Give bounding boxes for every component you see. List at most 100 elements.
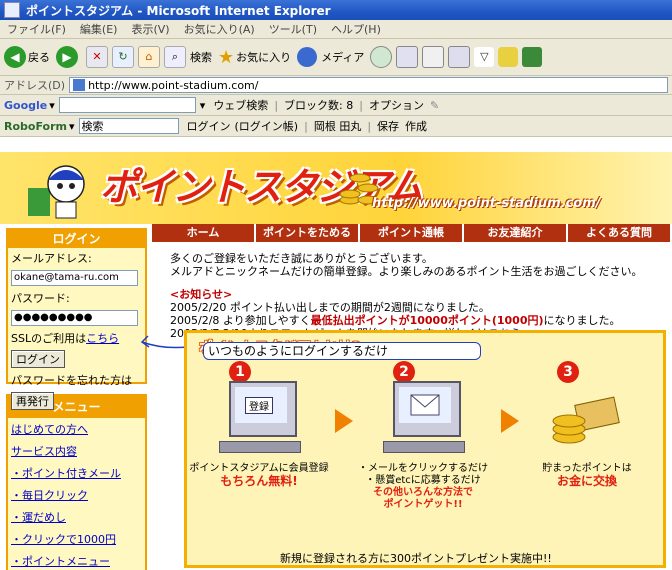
step-caption: ポイントスタジアムに会員登録 もちろん無料! bbox=[189, 463, 329, 488]
register-screen-label: 登録 bbox=[245, 397, 273, 414]
divider: | bbox=[274, 98, 279, 112]
ssl-link[interactable]: こちら bbox=[86, 332, 119, 345]
toolbar: ◀ 戻る ▶ ✕ ↻ ⌂ ⌕ 検索 ★ お気に入り メディア ▽ bbox=[0, 39, 672, 76]
envelope-icon bbox=[410, 394, 440, 416]
news-item: 2005/2/20 ポイント払い出しまでの期間が2週間になりました。 bbox=[170, 301, 490, 314]
address-label: アドレス(D) bbox=[4, 79, 66, 92]
address-input[interactable]: http://www.point-stadium.com/ bbox=[69, 77, 668, 93]
roboform-create-button[interactable]: 作成 bbox=[405, 118, 427, 134]
mail-icon[interactable] bbox=[396, 46, 419, 68]
roboform-logo[interactable]: RoboForm bbox=[0, 120, 67, 133]
media-icon bbox=[297, 47, 318, 67]
site-nav: ホーム ポイントをためる ポイント通帳 お友達紹介 よくある質問 bbox=[152, 224, 672, 242]
star-icon: ★ bbox=[218, 46, 235, 68]
search-icon: ⌕ bbox=[164, 46, 186, 68]
media-button[interactable]: メディア bbox=[297, 47, 364, 67]
ssl-text: SSLのご利用は bbox=[11, 332, 87, 345]
step-number: 1 bbox=[229, 361, 251, 383]
roboform-select[interactable]: 検索 bbox=[78, 118, 179, 134]
roboform-user[interactable]: 岡根 田丸 bbox=[314, 118, 362, 134]
address-bar: アドレス(D) http://www.point-stadium.com/ bbox=[0, 76, 672, 95]
search-button[interactable]: ⌕ 検索 bbox=[164, 46, 212, 68]
keyboard-icon bbox=[219, 441, 301, 453]
divider: | bbox=[359, 98, 363, 112]
main-content: 多くのご登録をいただき誠にありがとうございます。 メルアドとニックネームだけの簡… bbox=[170, 252, 670, 340]
chevron-down-icon[interactable]: ▾ bbox=[200, 99, 206, 112]
step-number: 2 bbox=[393, 361, 415, 383]
email-field[interactable]: okane@tama-ru.com bbox=[11, 270, 138, 286]
menu-item-luck-test[interactable]: ・運だめし bbox=[8, 506, 145, 528]
keyboard-icon bbox=[383, 441, 465, 453]
step-2: 2 ・メールをクリックするだけ ・懸賞etcに応募するだけ その他いろんな方法で… bbox=[353, 361, 493, 561]
login-button[interactable]: ログイン bbox=[11, 350, 65, 368]
history-icon[interactable] bbox=[370, 46, 393, 68]
blocked-count[interactable]: ブロック数: 8 bbox=[284, 97, 353, 113]
menu-box: メニュー はじめての方へ サービス内容 ・ポイント付きメール ・毎日クリック ・… bbox=[6, 394, 147, 570]
messenger-icon[interactable] bbox=[498, 47, 519, 67]
back-button[interactable]: ◀ 戻る bbox=[4, 46, 50, 68]
password-field[interactable]: ●●●●●●●●● bbox=[11, 310, 138, 326]
step-1: 1 登録 ポイントスタジアムに会員登録 もちろん無料! bbox=[189, 361, 329, 561]
chevron-down-icon[interactable]: ▾ bbox=[49, 99, 55, 112]
menu-help[interactable]: ヘルプ(H) bbox=[324, 21, 388, 37]
refresh-icon[interactable]: ↻ bbox=[112, 46, 134, 68]
menu-file[interactable]: ファイル(F) bbox=[0, 21, 73, 37]
baseball-mascot-icon bbox=[28, 165, 85, 219]
menu-favorites[interactable]: お気に入り(A) bbox=[177, 21, 262, 37]
nav-point-book[interactable]: ポイント通帳 bbox=[360, 224, 464, 242]
print-icon[interactable] bbox=[422, 46, 445, 68]
google-logo[interactable]: Google bbox=[0, 99, 47, 112]
menu-tools[interactable]: ツール(T) bbox=[262, 21, 324, 37]
title-bar: ポイントスタジアム - Microsoft Internet Explorer bbox=[0, 0, 672, 20]
ie-icon bbox=[4, 2, 20, 18]
menu-item-point-menu[interactable]: ・ポイントメニュー bbox=[8, 550, 145, 570]
money-icon bbox=[552, 396, 620, 444]
edit-icon[interactable] bbox=[448, 46, 471, 68]
pencil-icon[interactable]: ✎ bbox=[430, 99, 439, 112]
menu-item-point-mail[interactable]: ・ポイント付きメール bbox=[8, 462, 145, 484]
page-content: ポイントスタジアム http://www.point-stadium.com/ … bbox=[0, 152, 672, 570]
intro-line-2: メルアドとニックネームだけの簡単登録。より楽しみのあるポイント生活をお過ごしくだ… bbox=[170, 265, 643, 278]
site-banner: ポイントスタジアム http://www.point-stadium.com/ bbox=[0, 152, 672, 224]
stop-icon[interactable]: ✕ bbox=[86, 46, 108, 68]
roboform-login-button[interactable]: ログイン bbox=[187, 118, 231, 134]
home-icon[interactable]: ⌂ bbox=[138, 46, 160, 68]
roboform-toolbar: RoboForm ▾ 検索 ログイン (ログイン帳) | 岡根 田丸 | 保存 … bbox=[0, 116, 672, 137]
menu-item-services[interactable]: サービス内容 bbox=[8, 440, 145, 462]
favorites-button[interactable]: ★ お気に入り bbox=[218, 47, 291, 68]
forward-arrow-icon: ▶ bbox=[56, 46, 78, 68]
menu-bar: ファイル(F) 編集(E) 表示(V) お気に入り(A) ツール(T) ヘルプ(… bbox=[0, 20, 672, 39]
reissue-button[interactable]: 再発行 bbox=[11, 392, 54, 410]
roboform-save-button[interactable]: 保存 bbox=[377, 118, 399, 134]
menu-edit[interactable]: 編集(E) bbox=[73, 21, 125, 37]
roboform-login-book-button[interactable]: (ログイン帳) bbox=[235, 118, 299, 134]
nav-refer-friend[interactable]: お友達紹介 bbox=[464, 224, 568, 242]
sidebar: ログイン メールアドレス: okane@tama-ru.com パスワード: ●… bbox=[6, 228, 147, 570]
login-box: ログイン メールアドレス: okane@tama-ru.com パスワード: ●… bbox=[6, 228, 147, 410]
menu-view[interactable]: 表示(V) bbox=[124, 21, 176, 37]
toolbar-extra-icon[interactable] bbox=[522, 47, 543, 67]
step-caption: 貯まったポイントは お金に交換 bbox=[542, 463, 632, 488]
web-search-button[interactable]: ウェブ検索 bbox=[213, 97, 268, 113]
menu-item-beginners[interactable]: はじめての方へ bbox=[8, 418, 145, 440]
notice-heading: <お知らせ> bbox=[170, 288, 233, 301]
menu-item-daily-click[interactable]: ・毎日クリック bbox=[8, 484, 145, 506]
browser-window: ポイントスタジアム - Microsoft Internet Explorer … bbox=[0, 0, 672, 570]
forgot-password-text: パスワードを忘れた方は bbox=[11, 374, 132, 387]
options-button[interactable]: オプション bbox=[369, 97, 424, 113]
nav-home[interactable]: ホーム bbox=[152, 224, 256, 242]
google-search-input[interactable] bbox=[58, 97, 196, 113]
page-icon bbox=[73, 79, 86, 91]
chevron-down-icon[interactable]: ▾ bbox=[69, 120, 75, 133]
email-label: メールアドレス: bbox=[11, 252, 92, 265]
divider: | bbox=[367, 119, 372, 133]
forward-button[interactable]: ▶ bbox=[56, 46, 80, 68]
filter-icon[interactable]: ▽ bbox=[474, 47, 495, 67]
window-title: ポイントスタジアム - Microsoft Internet Explorer bbox=[26, 3, 331, 18]
arrow-right-icon bbox=[335, 409, 353, 433]
login-heading: ログイン bbox=[8, 230, 145, 248]
menu-item-click-1000yen[interactable]: ・クリックで1000円 bbox=[8, 528, 145, 550]
nav-faq[interactable]: よくある質問 bbox=[568, 224, 672, 242]
news-item: 2005/2/8 より参加しやすく最低払出ポイントが10000ポイント(1000… bbox=[170, 314, 621, 327]
nav-earn-points[interactable]: ポイントをためる bbox=[256, 224, 360, 242]
